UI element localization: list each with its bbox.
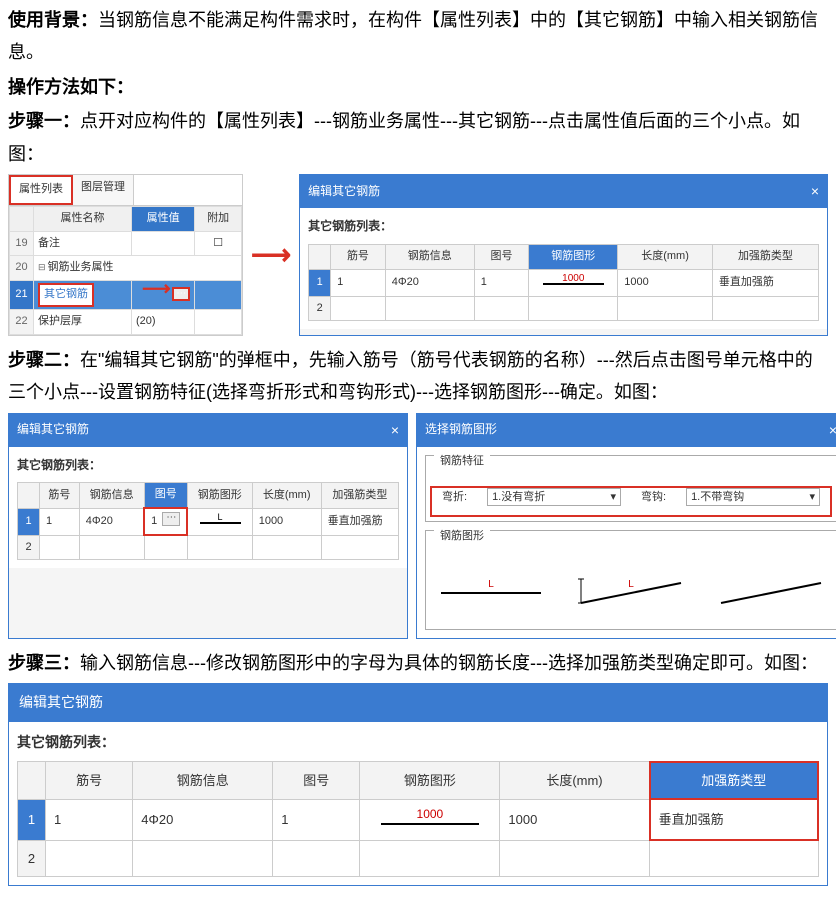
ellipsis-button[interactable]: ⋯ xyxy=(162,512,180,526)
col-prop-add: 附加 xyxy=(195,206,242,231)
col-length: 长度(mm) xyxy=(618,244,713,269)
step2-label: 步骤二： xyxy=(8,350,80,370)
shape-option-2[interactable]: L xyxy=(576,573,686,613)
step2-paragraph: 步骤二：在"编辑其它钢筋"的弹框中，先输入筋号（筋号代表钢筋的名称）---然后点… xyxy=(8,344,828,409)
col-ganjin: 钢筋信息 xyxy=(385,244,474,269)
dialog-title: 编辑其它钢筋 xyxy=(19,690,103,715)
other-rebar-table-2: 筋号 钢筋信息 图号 钢筋图形 长度(mm) 加强筋类型 1 1 4Φ20 1 … xyxy=(17,482,399,560)
tab-property-list[interactable]: 属性列表 xyxy=(9,175,73,205)
other-rebar-table-3: 筋号 钢筋信息 图号 钢筋图形 长度(mm) 加强筋类型 1 1 4Φ20 1 … xyxy=(17,761,819,877)
edit-other-rebar-dialog-2: 编辑其它钢筋 × 其它钢筋列表： 筋号 钢筋信息 图号 钢筋图形 长度(mm) … xyxy=(8,413,408,640)
dialog-title: 编辑其它钢筋 xyxy=(308,181,380,203)
shape-option-1[interactable]: L xyxy=(436,573,546,613)
screenshot-2: 编辑其它钢筋 × 其它钢筋列表： 筋号 钢筋信息 图号 钢筋图形 长度(mm) … xyxy=(8,413,828,640)
intro-paragraph: 使用背景：当钢筋信息不能满足构件需求时，在构件【属性列表】中的【其它钢筋】中输入… xyxy=(8,4,828,69)
select-shape-title: 选择钢筋图形 xyxy=(425,419,497,441)
col-jinhao: 筋号 xyxy=(331,244,386,269)
screenshot-1: 属性列表 图层管理 属性名称 属性值 附加 19 备注 ☐ 20 ⊟钢筋业务属性… xyxy=(8,174,828,336)
dialog-header: 编辑其它钢筋 × xyxy=(300,175,827,208)
tab-layer-manage[interactable]: 图层管理 xyxy=(73,175,134,205)
step1-label: 步骤一： xyxy=(8,111,80,131)
close-icon[interactable]: × xyxy=(829,418,836,443)
table-row: 1 1 4Φ20 1 ⋯ L 1000 垂直加强筋 xyxy=(18,508,399,535)
hook-select[interactable]: 1.不带弯钩 ▾ xyxy=(686,488,820,506)
rebar-shape-line xyxy=(543,283,604,285)
close-icon[interactable]: × xyxy=(811,179,819,204)
step3-text: 输入钢筋信息---修改钢筋图形中的字母为具体的钢筋长度---选择加强筋类型确定即… xyxy=(80,653,818,673)
table-row: 1 1 4Φ20 1 1000 1000 垂直加强筋 xyxy=(309,269,819,296)
col-prop-value: 属性值 xyxy=(131,206,194,231)
hook-label: 弯钩: xyxy=(641,488,666,508)
shape-cell[interactable]: 1000 xyxy=(529,269,618,296)
col-type: 加强筋类型 xyxy=(712,244,818,269)
svg-text:L: L xyxy=(488,579,494,590)
edit-other-rebar-dialog-3: 编辑其它钢筋 其它钢筋列表： 筋号 钢筋信息 图号 钢筋图形 长度(mm) 加强… xyxy=(8,683,828,886)
table-row: 19 备注 ☐ xyxy=(10,231,242,256)
step1-paragraph: 步骤一：点开对应构件的【属性列表】---钢筋业务属性---其它钢筋---点击属性… xyxy=(8,105,828,170)
other-rebar-table: 筋号 钢筋信息 图号 钢筋图形 长度(mm) 加强筋类型 1 1 4Φ20 1 … xyxy=(308,244,819,322)
edit-other-rebar-dialog: 编辑其它钢筋 × 其它钢筋列表： 筋号 钢筋信息 图号 钢筋图形 长度(mm) … xyxy=(299,174,828,336)
table-row: 2 xyxy=(18,840,819,876)
chevron-down-icon: ▾ xyxy=(610,488,616,508)
chevron-down-icon: ▾ xyxy=(809,488,815,508)
svg-text:L: L xyxy=(628,579,634,590)
col-tuhao: 图号 xyxy=(474,244,529,269)
red-arrow-icon: ⟶ xyxy=(251,241,291,269)
table-row: 1 1 4Φ20 1 1000 1000 垂直加强筋 xyxy=(18,799,819,840)
step3-paragraph: 步骤三：输入钢筋信息---修改钢筋图形中的字母为具体的钢筋长度---选择加强筋类… xyxy=(8,647,828,679)
close-icon[interactable]: × xyxy=(391,418,399,443)
property-list-panel: 属性列表 图层管理 属性名称 属性值 附加 19 备注 ☐ 20 ⊟钢筋业务属性… xyxy=(8,174,243,336)
bend-select[interactable]: 1.没有弯折 ▾ xyxy=(487,488,621,506)
step3-label: 步骤三： xyxy=(8,653,80,673)
shape-group-label: 钢筋图形 xyxy=(434,525,490,549)
tree-collapse-icon[interactable]: ⊟ xyxy=(38,262,48,272)
screenshot-3: 编辑其它钢筋 其它钢筋列表： 筋号 钢筋信息 图号 钢筋图形 长度(mm) 加强… xyxy=(8,683,828,886)
dialog-title: 编辑其它钢筋 xyxy=(17,419,89,441)
method-heading: 操作方法如下： xyxy=(8,71,828,103)
shape-option-3[interactable] xyxy=(716,573,826,613)
col-prop-name: 属性名称 xyxy=(34,206,132,231)
table-row: 22 保护层厚 (20) xyxy=(10,309,242,334)
table-row: 20 ⊟钢筋业务属性 xyxy=(10,256,242,281)
col-shape: 钢筋图形 xyxy=(529,244,618,269)
step1-text: 点开对应构件的【属性列表】---钢筋业务属性---其它钢筋---点击属性值后面的… xyxy=(8,111,800,163)
step2-text: 在"编辑其它钢筋"的弹框中，先输入筋号（筋号代表钢筋的名称）---然后点击图号单… xyxy=(8,350,813,402)
property-table: 属性名称 属性值 附加 19 备注 ☐ 20 ⊟钢筋业务属性 21 其它钢筋 ⟶… xyxy=(9,206,242,335)
table-row: 2 xyxy=(18,535,399,560)
feature-row-highlight: 弯折: 1.没有弯折 ▾ 弯钩: 1.不带弯钩 ▾ xyxy=(430,486,832,518)
ellipsis-button[interactable]: ⋯ xyxy=(172,287,190,301)
table-row: 2 xyxy=(309,296,819,321)
feature-group-label: 钢筋特征 xyxy=(434,450,490,474)
select-shape-dialog: 选择钢筋图形 × 钢筋特征 弯折: 1.没有弯折 ▾ 弯钩: 1.不带弯钩 ▾ xyxy=(416,413,836,640)
property-tabs: 属性列表 图层管理 xyxy=(9,175,242,206)
other-rebar-cell: 其它钢筋 xyxy=(38,283,94,307)
intro-text: 当钢筋信息不能满足构件需求时，在构件【属性列表】中的【其它钢筋】中输入相关钢筋信… xyxy=(8,10,818,62)
table-row-selected: 21 其它钢筋 ⟶ ⋯ xyxy=(10,281,242,310)
bend-label: 弯折: xyxy=(442,488,467,508)
dialog-subtitle: 其它钢筋列表： xyxy=(308,216,819,238)
red-arrow-icon: ⟶ xyxy=(142,279,171,299)
intro-label: 使用背景： xyxy=(8,10,98,30)
